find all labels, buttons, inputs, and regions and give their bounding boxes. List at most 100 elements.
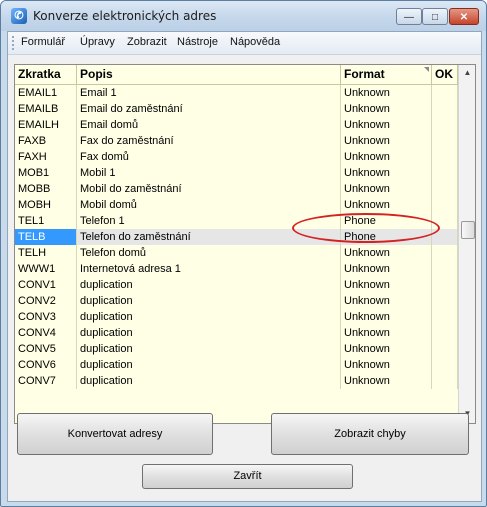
cell-zkratka[interactable]: MOBB [15, 181, 77, 197]
cell-format[interactable]: Unknown [341, 181, 432, 197]
cell-ok[interactable] [432, 277, 458, 293]
cell-zkratka[interactable]: WWW1 [15, 261, 77, 277]
cell-zkratka[interactable]: FAXB [15, 133, 77, 149]
cell-format[interactable]: Unknown [341, 117, 432, 133]
menu-zobrazit[interactable]: Zobrazit [127, 36, 167, 48]
cell-popis[interactable]: Fax domů [77, 149, 341, 165]
column-header-format[interactable]: Format [341, 65, 432, 84]
show-errors-button[interactable]: Zobrazit chyby [271, 413, 469, 455]
cell-ok[interactable] [432, 309, 458, 325]
scroll-up-icon[interactable]: ▲ [459, 65, 475, 81]
menu-upravy[interactable]: Úpravy [80, 36, 115, 48]
cell-ok[interactable] [432, 85, 458, 101]
cell-ok[interactable] [432, 245, 458, 261]
cell-format[interactable]: Unknown [341, 101, 432, 117]
cell-format[interactable]: Unknown [341, 357, 432, 373]
table-row[interactable]: CONV3 duplication Unknown [15, 309, 458, 325]
cell-ok[interactable] [432, 357, 458, 373]
cell-format[interactable]: Unknown [341, 261, 432, 277]
cell-popis[interactable]: duplication [77, 325, 341, 341]
cell-popis[interactable]: Mobil do zaměstnání [77, 181, 341, 197]
cell-format[interactable]: Unknown [341, 293, 432, 309]
cell-zkratka[interactable]: CONV5 [15, 341, 77, 357]
table-row[interactable]: MOBB Mobil do zaměstnání Unknown [15, 181, 458, 197]
cell-popis[interactable]: Fax do zaměstnání [77, 133, 341, 149]
cell-ok[interactable] [432, 165, 458, 181]
cell-format[interactable]: Unknown [341, 277, 432, 293]
cell-zkratka[interactable]: EMAIL1 [15, 85, 77, 101]
cell-zkratka[interactable]: TELB [15, 229, 77, 245]
scroll-thumb[interactable] [461, 221, 475, 239]
cell-ok[interactable] [432, 373, 458, 389]
table-row[interactable]: FAXH Fax domů Unknown [15, 149, 458, 165]
cell-popis[interactable]: Email 1 [77, 85, 341, 101]
cell-zkratka[interactable]: CONV4 [15, 325, 77, 341]
cell-format[interactable]: Unknown [341, 85, 432, 101]
cell-ok[interactable] [432, 293, 458, 309]
cell-popis[interactable]: Telefon 1 [77, 213, 341, 229]
address-grid[interactable]: Zkratka Popis Format OK EMAIL1 Email 1 Unk… [14, 64, 476, 424]
cell-ok[interactable] [432, 261, 458, 277]
cell-format[interactable]: Unknown [341, 165, 432, 181]
cell-zkratka[interactable]: CONV1 [15, 277, 77, 293]
cell-popis[interactable]: Telefon do zaměstnání [77, 229, 341, 245]
cell-zkratka[interactable]: CONV3 [15, 309, 77, 325]
cell-ok[interactable] [432, 197, 458, 213]
menu-formular[interactable]: Formulář [21, 36, 65, 48]
cell-zkratka[interactable]: TEL1 [15, 213, 77, 229]
table-row[interactable]: CONV6 duplication Unknown [15, 357, 458, 373]
cell-ok[interactable] [432, 117, 458, 133]
table-row[interactable]: MOB1 Mobil 1 Unknown [15, 165, 458, 181]
cell-format[interactable]: Phone [341, 229, 432, 245]
table-row[interactable]: WWW1 Internetová adresa 1 Unknown [15, 261, 458, 277]
table-row[interactable]: EMAIL1 Email 1 Unknown [15, 85, 458, 101]
table-row[interactable]: EMAILB Email do zaměstnání Unknown [15, 101, 458, 117]
cell-zkratka[interactable]: TELH [15, 245, 77, 261]
cell-zkratka[interactable]: EMAILH [15, 117, 77, 133]
cell-format[interactable]: Unknown [341, 197, 432, 213]
close-window-button[interactable]: ✕ [449, 8, 479, 25]
cell-ok[interactable] [432, 149, 458, 165]
cell-format[interactable]: Unknown [341, 373, 432, 389]
cell-format[interactable]: Unknown [341, 325, 432, 341]
maximize-button[interactable]: □ [422, 8, 448, 25]
cell-format[interactable]: Unknown [341, 341, 432, 357]
cell-zkratka[interactable]: CONV6 [15, 357, 77, 373]
menu-nastroje[interactable]: Nástroje [177, 36, 218, 48]
cell-ok[interactable] [432, 213, 458, 229]
cell-ok[interactable] [432, 101, 458, 117]
table-row[interactable]: CONV2 duplication Unknown [15, 293, 458, 309]
table-row[interactable]: CONV1 duplication Unknown [15, 277, 458, 293]
cell-popis[interactable]: Email domů [77, 117, 341, 133]
cell-ok[interactable] [432, 341, 458, 357]
column-header-zkratka[interactable]: Zkratka [15, 65, 77, 84]
table-row[interactable]: EMAILH Email domů Unknown [15, 117, 458, 133]
cell-zkratka[interactable]: CONV2 [15, 293, 77, 309]
cell-zkratka[interactable]: MOB1 [15, 165, 77, 181]
menu-napoveda[interactable]: Nápověda [230, 36, 280, 48]
cell-popis[interactable]: duplication [77, 373, 341, 389]
cell-popis[interactable]: duplication [77, 277, 341, 293]
cell-ok[interactable] [432, 325, 458, 341]
cell-popis[interactable]: Mobil domů [77, 197, 341, 213]
cell-format[interactable]: Unknown [341, 149, 432, 165]
column-header-popis[interactable]: Popis [77, 65, 341, 84]
table-row[interactable]: TELH Telefon domů Unknown [15, 245, 458, 261]
cell-zkratka[interactable]: CONV7 [15, 373, 77, 389]
table-row[interactable]: TELB Telefon do zaměstnání Phone [15, 229, 458, 245]
table-row[interactable]: FAXB Fax do zaměstnání Unknown [15, 133, 458, 149]
table-row[interactable]: TEL1 Telefon 1 Phone [15, 213, 458, 229]
cell-ok[interactable] [432, 133, 458, 149]
cell-popis[interactable]: duplication [77, 309, 341, 325]
cell-format[interactable]: Unknown [341, 309, 432, 325]
cell-popis[interactable]: duplication [77, 341, 341, 357]
vertical-scrollbar[interactable]: ▲ ▼ [458, 65, 475, 423]
table-row[interactable]: CONV4 duplication Unknown [15, 325, 458, 341]
cell-popis[interactable]: Mobil 1 [77, 165, 341, 181]
cell-zkratka[interactable]: EMAILB [15, 101, 77, 117]
table-row[interactable]: CONV7 duplication Unknown [15, 373, 458, 389]
cell-popis[interactable]: duplication [77, 293, 341, 309]
convert-addresses-button[interactable]: Konvertovat adresy [17, 413, 213, 455]
table-row[interactable]: CONV5 duplication Unknown [15, 341, 458, 357]
close-button[interactable]: Zavřít [142, 464, 353, 489]
